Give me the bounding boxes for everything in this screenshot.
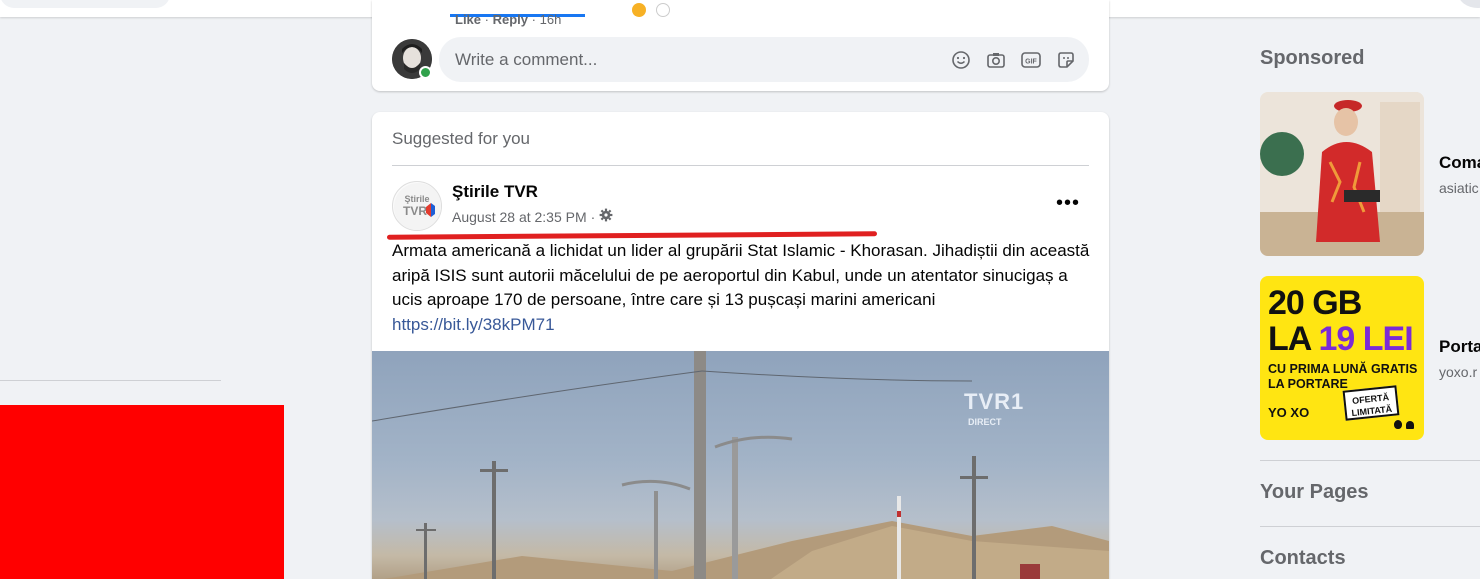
comment-composer[interactable]: GIF	[439, 37, 1089, 82]
left-column-divider	[0, 380, 221, 381]
post-card: Suggested for you Ştirile TVR Ştirile TV…	[372, 112, 1109, 579]
separator: ·	[484, 12, 489, 27]
gif-icon[interactable]: GIF	[1020, 49, 1042, 71]
red-redaction-block	[0, 405, 284, 579]
svg-text:GIF: GIF	[1025, 59, 1037, 66]
reply-comment-link[interactable]: Reply	[493, 12, 528, 27]
sidebar-divider	[1260, 526, 1480, 527]
post-video-image[interactable]: TVR1 DIRECT	[372, 351, 1109, 579]
post-link[interactable]: https://bit.ly/38kPM71	[392, 315, 555, 334]
meta-separator: ·	[590, 208, 596, 225]
previous-post-card: Like · Reply · 16h GIF	[372, 0, 1109, 91]
ad1-photo	[1260, 92, 1424, 256]
camera-icon[interactable]	[985, 49, 1007, 71]
reaction-count-icon	[656, 3, 670, 17]
ad2-line2-prefix: LA	[1268, 320, 1319, 358]
like-comment-link[interactable]: Like	[455, 12, 481, 27]
ad2-offer-badge: OFERTĂ LIMITATĂ	[1342, 385, 1400, 421]
comment-actions: Like · Reply · 16h	[455, 12, 561, 27]
sponsored-heading: Sponsored	[1260, 47, 1365, 69]
tvr-watermark-sub: DIRECT	[968, 417, 1002, 427]
separator: ·	[531, 12, 536, 27]
comment-reactions[interactable]	[632, 3, 672, 21]
ad-domain-1[interactable]: asiatic	[1439, 180, 1479, 196]
gear-icon[interactable]	[599, 208, 613, 225]
page-logo[interactable]: Ştirile TVR	[392, 181, 442, 231]
ad-image-1[interactable]	[1260, 92, 1424, 256]
ad2-line1: 20 GB	[1268, 284, 1362, 322]
page-name-link[interactable]: Ştirile TVR	[452, 182, 538, 202]
ad2-line2: LA 19 LEI	[1268, 320, 1414, 358]
suggested-label: Suggested for you	[392, 129, 530, 148]
post-body-text: Armata americană a lichidat un lider al …	[392, 241, 1090, 309]
post-timestamp[interactable]: August 28 at 2:35 PM	[452, 209, 587, 225]
ad-title-2[interactable]: Porta	[1439, 337, 1480, 357]
tvr-watermark: TVR1	[964, 389, 1025, 414]
your-pages-heading[interactable]: Your Pages	[1260, 481, 1369, 504]
apple-icon	[1394, 420, 1402, 429]
comment-time[interactable]: 16h	[540, 12, 562, 27]
ad2-line3: CU PRIMA LUNĂ GRATIS	[1268, 362, 1418, 376]
android-icon	[1406, 421, 1414, 429]
search-bar-stub[interactable]	[0, 0, 170, 8]
ad2-price: 19 LEI	[1318, 320, 1414, 358]
logo-text-bottom: TVR	[403, 204, 427, 218]
sticker-icon[interactable]	[1055, 49, 1077, 71]
ad-title-1[interactable]: Coma	[1439, 153, 1480, 173]
post-body: Armata americană a lichidat un lider al …	[392, 239, 1092, 337]
card-divider	[392, 165, 1089, 166]
haha-reaction-icon	[632, 3, 646, 17]
ad-image-2[interactable]: 20 GB LA 19 LEI CU PRIMA LUNĂ GRATIS LA …	[1260, 276, 1424, 440]
post-meta: August 28 at 2:35 PM ·	[452, 208, 613, 225]
yoxo-logo: YO XO	[1268, 405, 1310, 420]
scene-drawing	[372, 351, 1109, 579]
logo-text-top: Ştirile	[404, 194, 429, 204]
ad-domain-2[interactable]: yoxo.r	[1439, 364, 1477, 380]
online-status-indicator	[419, 66, 432, 79]
contacts-heading: Contacts	[1260, 547, 1346, 569]
more-options-button[interactable]: •••	[1050, 190, 1086, 216]
account-menu-stub[interactable]	[1458, 0, 1480, 8]
comment-input[interactable]	[455, 49, 925, 71]
sidebar-divider	[1260, 460, 1480, 461]
emoji-icon[interactable]	[950, 49, 972, 71]
